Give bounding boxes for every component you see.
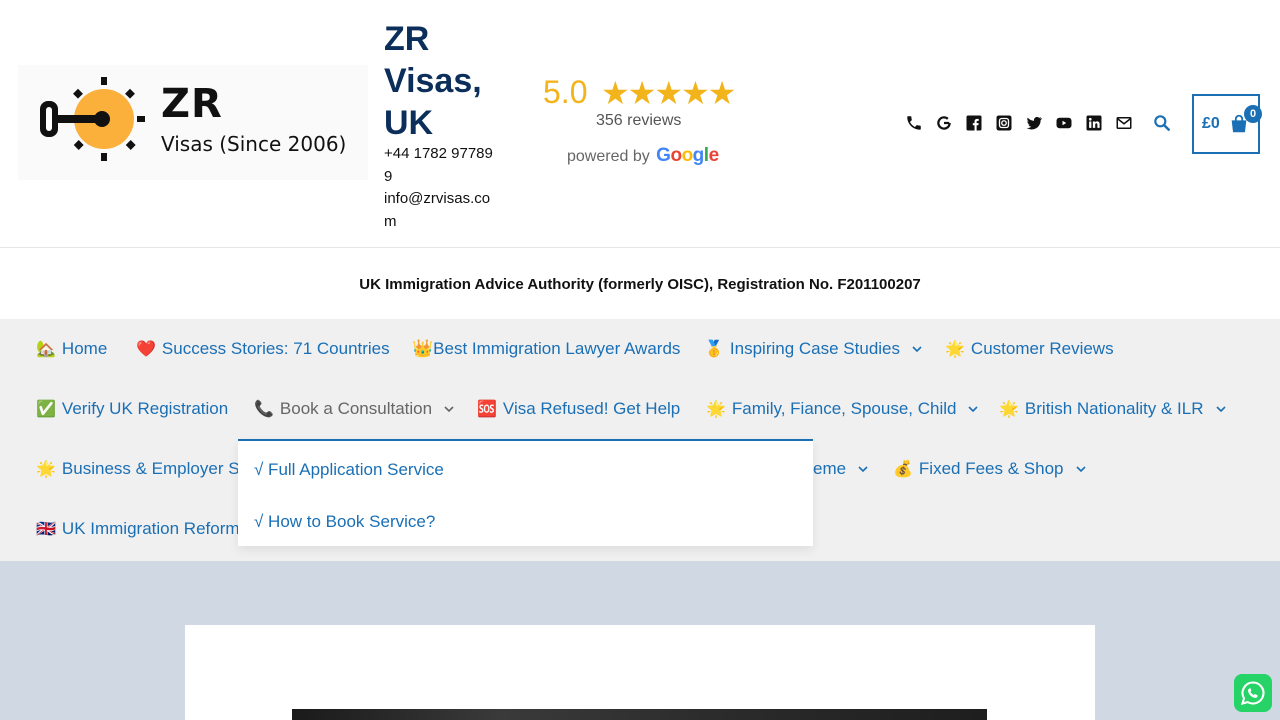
star-icon: 🌟	[999, 401, 1019, 418]
dropdown-item-how-to-book[interactable]: √ How to Book Service?	[254, 512, 435, 532]
star-icon: 🌟	[706, 401, 726, 418]
logo-subtitle: Visas (Since 2006)	[161, 132, 347, 156]
nav-label: Business & Employer Se	[61, 459, 250, 478]
nav-home[interactable]: 🏡 Home	[36, 319, 107, 379]
header-phone[interactable]: +44 1782 977899	[384, 142, 494, 188]
nav-success-stories[interactable]: ❤️ Success Stories: 71 Countries	[136, 319, 390, 379]
chevron-down-icon	[1215, 406, 1226, 413]
chevron-down-icon	[968, 406, 979, 413]
nav-label: Family, Fiance, Spouse, Child	[731, 399, 957, 418]
youtube-icon[interactable]	[1054, 113, 1074, 133]
chevron-down-icon	[912, 346, 922, 353]
email-icon[interactable]	[1114, 113, 1134, 133]
nav-label: UK Immigration Reforms	[61, 519, 249, 538]
star-icon: 🌟	[945, 341, 965, 358]
nav-label: Home	[61, 339, 108, 358]
rating-score: 5.0	[543, 74, 588, 110]
check-icon: ✅	[36, 401, 56, 418]
nav-fixed-fees-shop[interactable]: 💰 Fixed Fees & Shop	[893, 439, 1086, 499]
nav-british-nationality[interactable]: 🌟 British Nationality & ILR	[999, 379, 1226, 439]
powered-by-google: powered by Google	[567, 145, 719, 167]
phone-receiver-icon: 📞	[254, 401, 274, 418]
phone-icon[interactable]	[904, 113, 924, 133]
chevron-down-icon	[858, 466, 868, 473]
instagram-icon[interactable]	[994, 113, 1014, 133]
nav-awards[interactable]: 👑Best Immigration Lawyer Awards	[412, 319, 680, 379]
video-player[interactable]	[292, 709, 987, 720]
whatsapp-icon	[1240, 681, 1265, 705]
registration-bar: UK Immigration Advice Authority (formerl…	[0, 249, 1280, 319]
site-header: ZR Visas (Since 2006) ZR Visas, UK +44 1…	[0, 0, 1280, 248]
medal-icon: 🥇	[704, 341, 724, 358]
nav-label: Success Stories: 71 Countries	[161, 339, 390, 358]
nav-visa-refused[interactable]: 🆘 Visa Refused! Get Help	[477, 379, 680, 439]
site-title[interactable]: ZR Visas, UK	[384, 18, 504, 144]
nav-label: British Nationality & ILR	[1024, 399, 1204, 418]
google-icon[interactable]	[934, 113, 954, 133]
twitter-icon[interactable]	[1024, 113, 1044, 133]
header-email[interactable]: info@zrvisas.com	[384, 187, 494, 233]
nav-label: Customer Reviews	[970, 339, 1114, 358]
nav-verify-registration[interactable]: ✅ Verify UK Registration	[36, 379, 228, 439]
registration-text: UK Immigration Advice Authority (formerl…	[359, 276, 921, 293]
nav-uk-immigration-reforms[interactable]: 🇬🇧 UK Immigration Reforms	[36, 499, 248, 559]
star-icon: 🌟	[36, 461, 56, 478]
consultation-dropdown-menu: √ Full Application Service √ How to Book…	[238, 439, 813, 546]
site-logo[interactable]: ZR Visas (Since 2006)	[18, 65, 368, 180]
linkedin-icon[interactable]	[1084, 113, 1104, 133]
nav-label: Verify UK Registration	[61, 399, 229, 418]
google-wordmark: Google	[656, 145, 719, 166]
nav-case-studies[interactable]: 🥇 Inspiring Case Studies	[704, 319, 922, 379]
money-bag-icon: 💰	[893, 461, 913, 478]
key-logo-icon	[40, 77, 145, 161]
nav-scheme[interactable]: eme	[813, 439, 868, 499]
nav-label: eme	[813, 459, 847, 478]
dropdown-item-full-application[interactable]: √ Full Application Service	[254, 460, 444, 480]
search-icon[interactable]	[1152, 113, 1172, 133]
cart-button[interactable]: £0 0	[1192, 94, 1262, 154]
house-icon: 🏡	[36, 341, 56, 358]
social-links	[904, 113, 1134, 133]
nav-customer-reviews[interactable]: 🌟 Customer Reviews	[945, 319, 1114, 379]
cart-amount: £0	[1202, 115, 1220, 132]
nav-family[interactable]: 🌟 Family, Fiance, Spouse, Child	[706, 379, 979, 439]
sos-icon: 🆘	[477, 401, 497, 418]
facebook-icon[interactable]	[964, 113, 984, 133]
chevron-down-icon	[444, 406, 454, 413]
nav-label: Inspiring Case Studies	[729, 339, 901, 358]
content-card	[185, 625, 1095, 720]
nav-label: 👑Best Immigration Lawyer Awards	[412, 339, 681, 358]
heart-icon: ❤️	[136, 341, 156, 358]
nav-business-employer[interactable]: 🌟 Business & Employer Se	[36, 439, 249, 499]
uk-flag-icon: 🇬🇧	[36, 521, 56, 538]
cart-count-badge: 0	[1244, 105, 1262, 123]
logo-title: ZR	[161, 81, 223, 127]
rating-stars: ★★★★★	[601, 75, 736, 111]
rating-review-count: 356 reviews	[596, 112, 682, 129]
chevron-down-icon	[1075, 466, 1086, 473]
nav-book-consultation[interactable]: 📞 Book a Consultation	[254, 379, 454, 439]
nav-label: Visa Refused! Get Help	[502, 399, 681, 418]
whatsapp-chat-button[interactable]	[1234, 674, 1272, 712]
nav-label: Fixed Fees & Shop	[918, 459, 1064, 478]
nav-label: Book a Consultation	[279, 399, 433, 418]
powered-by-text: powered by	[567, 148, 650, 165]
